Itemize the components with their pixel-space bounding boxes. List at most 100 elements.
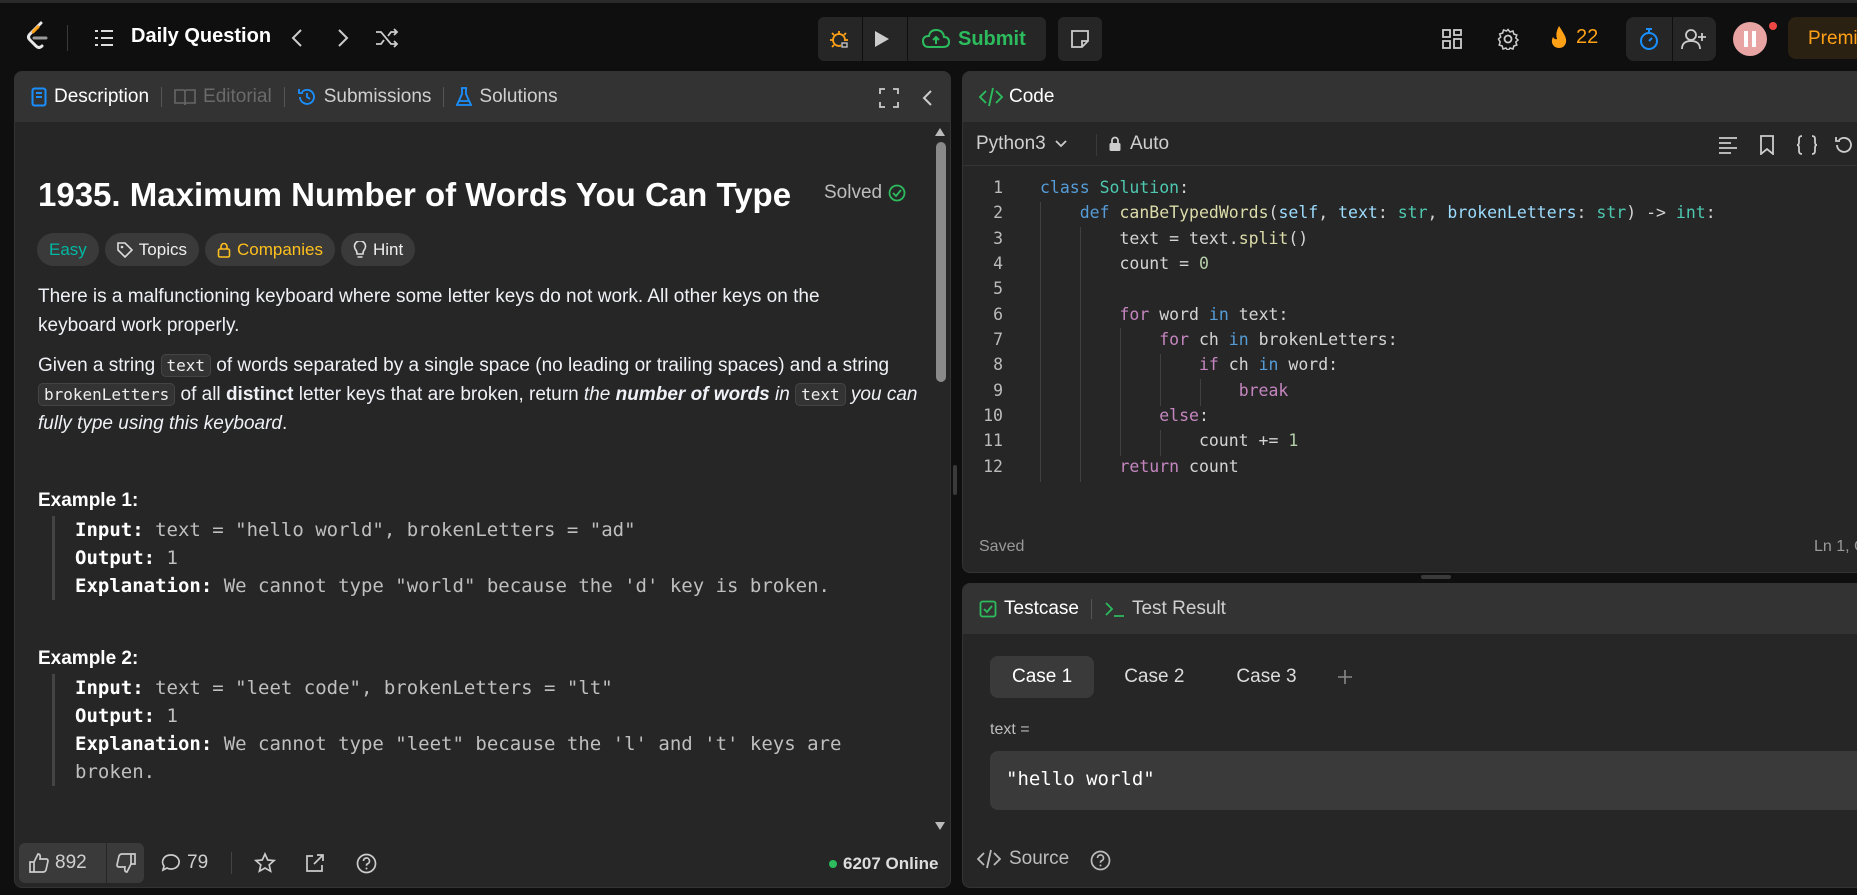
description-paragraph-1: There is a malfunctioning keyboard where… [38,286,820,336]
collapse-chevron-icon[interactable] [917,87,937,109]
braces-icon[interactable] [1795,134,1819,156]
vote-group: 892 [19,843,144,883]
divider [106,843,107,883]
divider [862,17,863,61]
run-play-icon[interactable] [870,27,894,51]
shuffle-icon[interactable] [374,27,400,49]
thumbs-down-icon[interactable] [115,853,137,873]
inline-code: text [795,383,846,406]
reset-icon[interactable] [1833,134,1855,156]
add-user-icon[interactable] [1680,27,1708,51]
example-2-title: Example 2: [38,648,139,669]
scroll-down-arrow[interactable] [935,822,945,830]
list-icon[interactable] [93,27,115,49]
fullscreen-icon[interactable] [878,87,900,109]
comment-icon [161,853,181,873]
problem-list-title[interactable]: Daily Question [131,25,271,48]
history-icon [297,87,317,107]
check-circle-icon [888,184,906,202]
text: of words separated by a single space (no… [211,355,890,376]
comments-button[interactable]: 79 [161,852,208,874]
source-button[interactable]: Source [977,848,1069,870]
submit-button[interactable]: Submit [908,17,1046,61]
add-case-icon[interactable] [1327,656,1363,698]
help-icon[interactable] [1089,849,1111,871]
code-text: class Solution: def canBeTypedWords(self… [1040,178,1716,476]
chevron-left-icon[interactable] [286,27,308,49]
lightbulb-icon [353,240,367,259]
tab-label: Submissions [323,86,432,107]
layout-icon[interactable] [1440,27,1464,51]
lock-icon [217,242,231,258]
star-icon[interactable] [254,852,276,874]
language-select[interactable]: Python3 [976,133,1068,155]
online-dot [829,860,837,868]
line-number: 12 [983,457,1003,476]
debug-icon[interactable] [826,27,852,51]
output-label: Output: [75,705,156,727]
tab-test-result[interactable]: Test Result [1092,584,1238,634]
online-indicator: 6207 Online [829,854,938,874]
format-icon[interactable] [1717,134,1739,156]
problem-title: 1935. Maximum Number of Words You Can Ty… [38,176,792,213]
inline-code: brokenLetters [38,383,176,406]
line-number: 4 [993,254,1003,273]
description-panel: Description Editorial Submissions Soluti… [14,71,951,888]
code-panel: Code Python3 Auto 1 2 3 4 5 6 7 8 9 10 1 [962,71,1857,573]
code-tabbar: Code [963,72,1857,122]
tag-row: Easy Topics Companies Hint [37,233,421,266]
scroll-up-arrow[interactable] [935,128,945,136]
like-count: 892 [55,852,87,873]
input-value: text = "hello world", brokenLetters = "a… [143,519,636,541]
vertical-resize-handle[interactable] [953,465,957,495]
avatar[interactable] [1733,22,1767,56]
premium-button[interactable]: Premi [1788,17,1857,59]
tab-description[interactable]: Description [15,72,161,122]
case-tab-1[interactable]: Case 1 [990,656,1095,698]
like-button[interactable]: 892 [29,852,87,874]
language-label: Python3 [976,133,1046,154]
leetcode-logo-icon[interactable] [22,16,54,56]
notes-button[interactable] [1058,17,1102,61]
cursor-position: Ln 1, C [1814,538,1857,555]
code-editor[interactable]: 1 2 3 4 5 6 7 8 9 10 11 12 class Solutio… [963,172,1857,512]
description-footer: 892 79 6207 Online [15,835,950,887]
gear-icon[interactable] [1496,27,1520,51]
param-input[interactable]: "hello world" [990,751,1857,810]
stopwatch-icon[interactable] [1636,27,1662,51]
tab-testcase[interactable]: Testcase [963,584,1091,634]
scrollbar[interactable] [932,128,946,834]
tab-editorial[interactable]: Editorial [162,72,284,122]
topics-tag[interactable]: Topics [104,233,199,266]
testcase-tabbar: Testcase Test Result [963,584,1857,634]
explanation-text-continued: broken. [75,761,156,783]
hint-tag[interactable]: Hint [340,233,416,266]
line-number: 3 [993,229,1003,248]
example-2-block: Input: text = "leet code", brokenLetters… [52,674,912,786]
tab-solutions[interactable]: Solutions [444,72,569,122]
submit-label: Submit [958,27,1026,50]
tab-label: Editorial [203,86,272,107]
scrollbar-thumb[interactable] [936,142,946,382]
help-icon[interactable] [355,852,377,874]
tab-code[interactable]: Code [963,72,1066,122]
case-tab-2[interactable]: Case 2 [1102,656,1206,698]
share-icon[interactable] [304,852,326,874]
tab-label: Code [1009,86,1055,107]
bookmark-icon[interactable] [1756,134,1778,156]
streak-counter[interactable]: 22 [1550,25,1598,49]
autocomplete-mode[interactable]: Auto [1096,133,1169,155]
code-brackets-icon [979,87,1003,107]
tab-submissions[interactable]: Submissions [285,72,444,122]
line-number: 2 [993,203,1003,222]
divider [67,25,68,51]
chevron-down-icon [1054,139,1068,149]
mode-label: Auto [1130,133,1170,154]
explanation-text: We cannot type "world" because the 'd' k… [212,575,830,597]
horizontal-resize-handle[interactable] [1421,575,1451,579]
chevron-right-icon[interactable] [332,27,354,49]
companies-tag[interactable]: Companies [204,233,335,266]
line-number-gutter: 1 2 3 4 5 6 7 8 9 10 11 12 [963,172,1013,492]
case-tab-3[interactable]: Case 3 [1214,656,1318,698]
run-submit-group: Submit [818,17,1046,61]
